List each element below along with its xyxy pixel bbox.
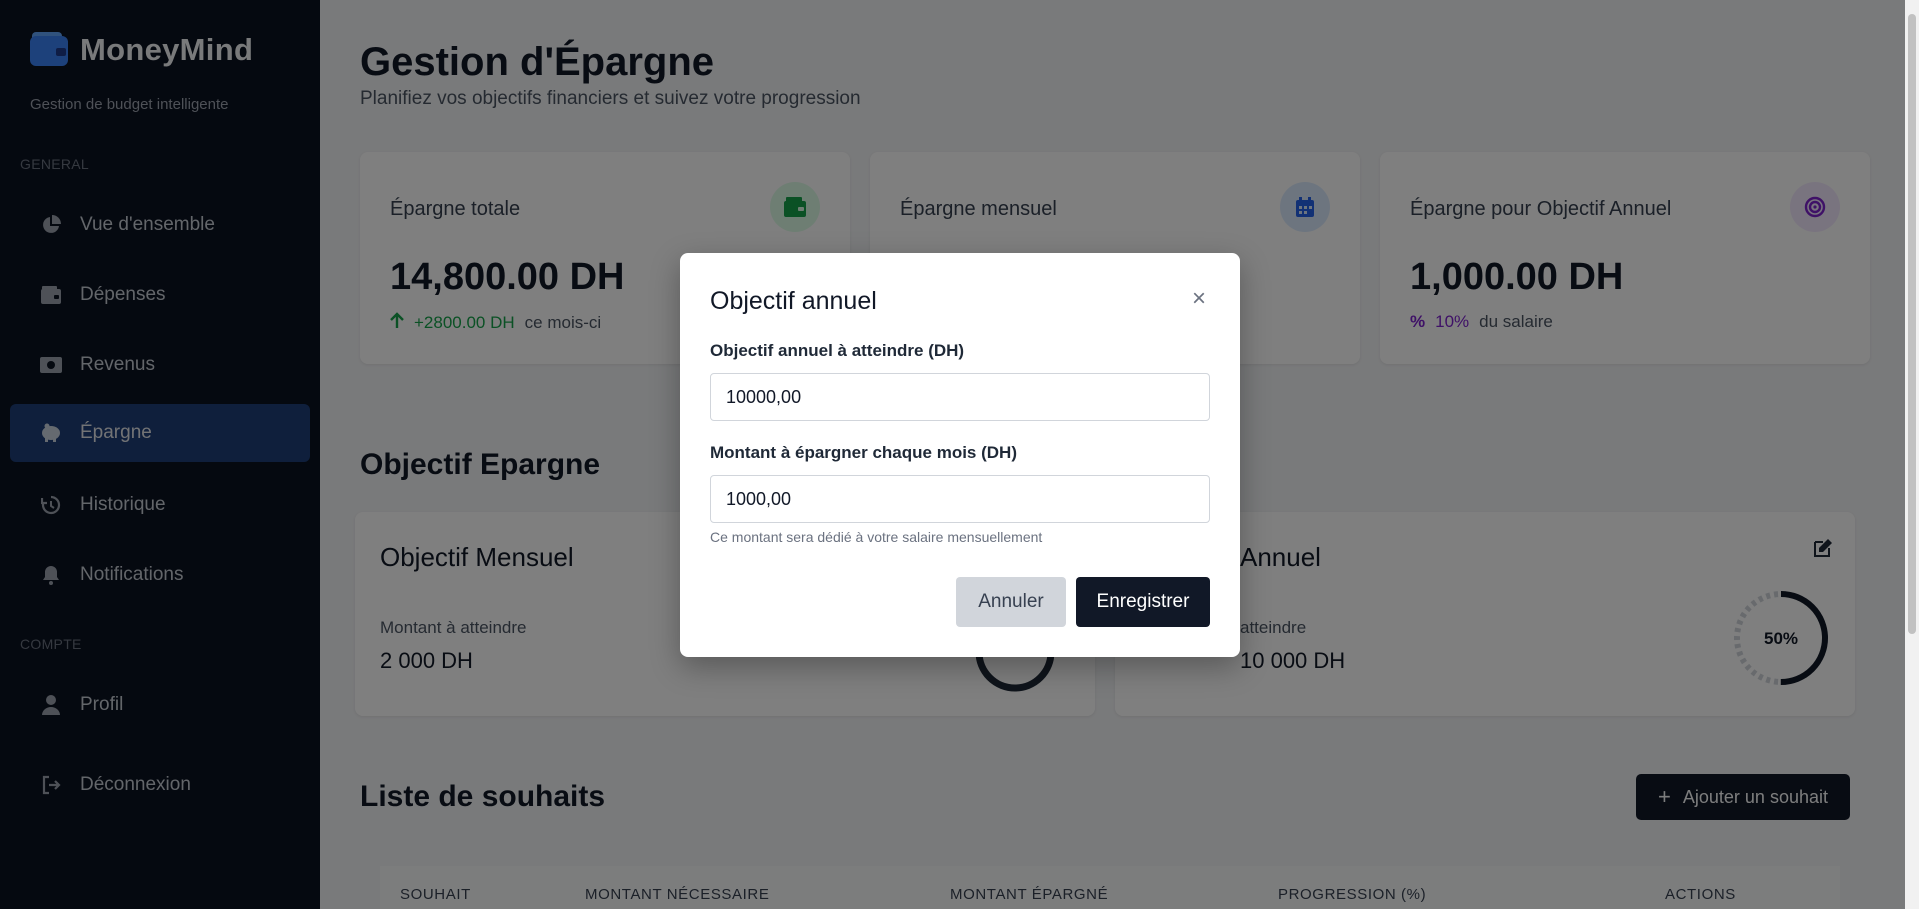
scrollbar-thumb[interactable] bbox=[1908, 14, 1916, 634]
annual-goal-input[interactable] bbox=[710, 373, 1210, 421]
modal-title: Objectif annuel bbox=[710, 287, 877, 315]
monthly-amount-label: Montant à épargner chaque mois (DH) bbox=[710, 443, 1017, 462]
close-icon[interactable]: × bbox=[1192, 287, 1206, 311]
monthly-amount-hint: Ce montant sera dédié à votre salaire me… bbox=[710, 529, 1043, 545]
cancel-button[interactable]: Annuler bbox=[956, 577, 1066, 627]
monthly-amount-input[interactable] bbox=[710, 475, 1210, 523]
scrollbar[interactable] bbox=[1905, 0, 1919, 909]
annual-goal-modal: Objectif annuel × Objectif annuel à atte… bbox=[680, 253, 1240, 657]
save-button[interactable]: Enregistrer bbox=[1076, 577, 1210, 627]
annual-goal-label: Objectif annuel à atteindre (DH) bbox=[710, 341, 965, 360]
